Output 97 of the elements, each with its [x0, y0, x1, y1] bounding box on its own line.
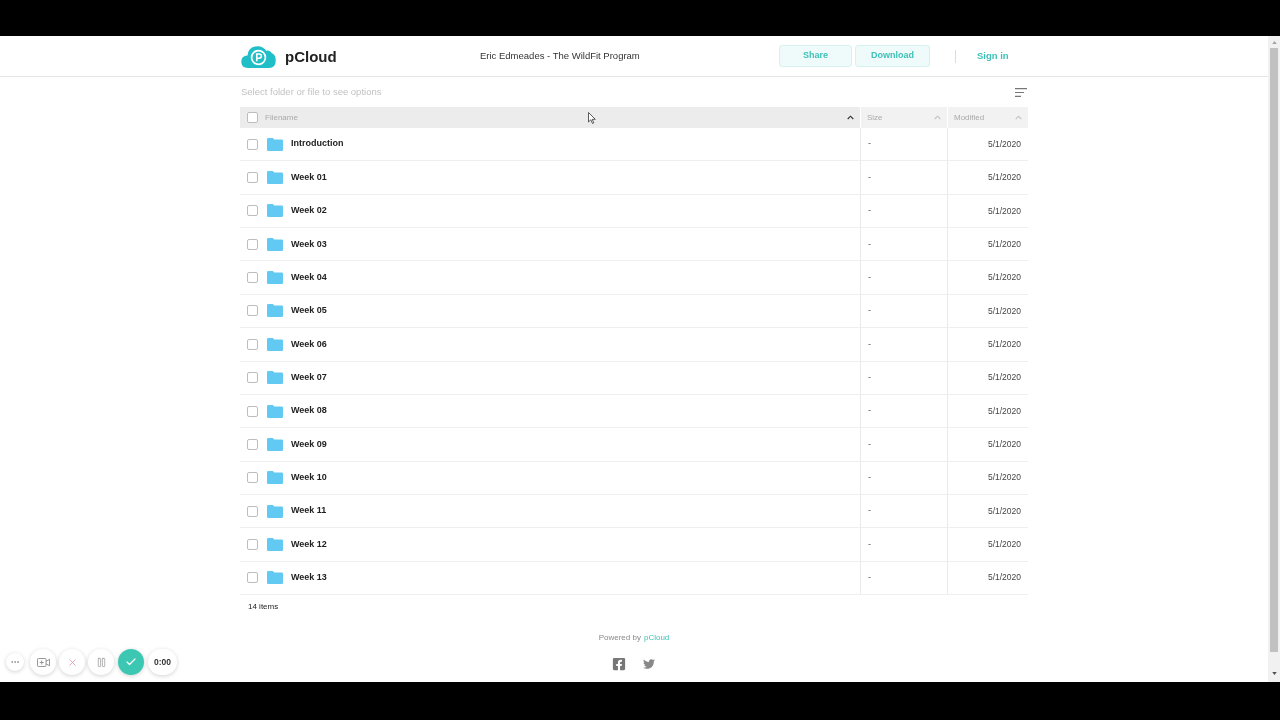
checkbox[interactable]	[247, 112, 258, 123]
size-cell-text: -	[868, 537, 871, 551]
folder-name[interactable]: Week 07	[291, 370, 327, 385]
pause-icon	[95, 656, 107, 668]
checkbox[interactable]	[247, 205, 258, 217]
modified-date: 5/1/2020	[987, 571, 1021, 585]
modified-date: 5/1/2020	[987, 538, 1021, 551]
size-cell-text: -	[868, 170, 871, 184]
mouse-pointer-icon	[588, 112, 596, 124]
folder-name[interactable]: Week 13	[291, 571, 327, 585]
folder-icon	[267, 171, 283, 185]
scroll-up-icon[interactable]	[1271, 41, 1277, 44]
column-label: Size	[867, 111, 883, 124]
finish-button[interactable]	[118, 649, 144, 675]
size-cell-text: -	[868, 370, 871, 384]
modified-date: 5/1/2020	[987, 438, 1021, 451]
close-icon	[66, 656, 78, 668]
folder-title: Eric Edmeades - The WildFit Program	[480, 48, 641, 63]
modified-date: 5/1/2020	[987, 404, 1021, 418]
folder-icon	[267, 571, 283, 585]
checkbox[interactable]	[247, 539, 258, 550]
modified-date: 5/1/2020	[987, 237, 1021, 251]
folder-icon	[267, 271, 283, 285]
check-icon	[125, 656, 137, 668]
folder-icon	[267, 538, 283, 551]
checkbox[interactable]	[247, 372, 258, 384]
checkbox[interactable]	[247, 338, 258, 350]
modified-date: 5/1/2020	[987, 304, 1021, 318]
sort-icon[interactable]	[1015, 87, 1027, 97]
modified-date: 5/1/2020	[987, 371, 1021, 385]
checkbox[interactable]	[247, 272, 258, 284]
checkbox[interactable]	[247, 572, 258, 584]
size-cell-text: -	[868, 337, 871, 351]
checkbox[interactable]	[247, 505, 258, 517]
column-label: Filename	[265, 111, 298, 124]
folder-name[interactable]: Week 09	[291, 437, 327, 452]
size-cell: -	[868, 504, 871, 518]
checkbox[interactable]	[247, 305, 258, 317]
size-cell: -	[868, 204, 871, 218]
folder-icon	[267, 404, 283, 418]
folder-name[interactable]: Week 08	[291, 404, 327, 418]
cancel-button[interactable]	[59, 649, 85, 675]
camera-add-button[interactable]	[30, 649, 56, 675]
folder-icon	[267, 337, 283, 351]
folder-name[interactable]: Week 02	[291, 204, 327, 218]
folder-icon	[267, 437, 283, 451]
checkbox[interactable]	[247, 138, 258, 150]
column-label: Modified	[954, 111, 985, 124]
size-cell-text: -	[868, 437, 871, 451]
item-count: 14 items	[248, 601, 279, 614]
scrollbar-thumb[interactable]	[1270, 48, 1278, 652]
modified-date: 5/1/2020	[987, 504, 1021, 518]
pause-button[interactable]	[88, 649, 114, 675]
folder-name[interactable]: Week 03	[291, 237, 327, 251]
size-cell-text: -	[868, 471, 871, 484]
video-plus-icon	[36, 657, 50, 667]
size-cell: -	[868, 137, 871, 151]
folder-name[interactable]: Week 12	[291, 537, 327, 552]
facebook-icon[interactable]	[612, 657, 626, 672]
folder-name[interactable]: Week 04	[291, 270, 327, 285]
modified-date: 5/1/2020	[987, 271, 1021, 284]
checkbox[interactable]	[247, 238, 258, 250]
folder-name[interactable]: Week 06	[291, 337, 327, 352]
folder-name[interactable]: Week 11	[291, 504, 327, 518]
folder-icon	[267, 137, 283, 151]
size-cell: -	[868, 404, 871, 418]
folder-icon	[267, 204, 283, 218]
size-cell-text: -	[868, 270, 871, 284]
modified-date: 5/1/2020	[987, 171, 1021, 184]
folder-icon	[267, 504, 283, 518]
folder-icon	[267, 471, 283, 485]
modified-date: 5/1/2020	[987, 337, 1021, 351]
scrollbar[interactable]	[1268, 36, 1280, 682]
modified-date: 5/1/2020	[987, 137, 1021, 151]
size-cell: -	[868, 571, 871, 585]
powered-by-text: Powered by	[598, 632, 641, 645]
folder-icon	[267, 371, 283, 385]
checkbox[interactable]	[247, 405, 258, 417]
size-cell: -	[868, 237, 871, 251]
folder-name[interactable]: Week 10	[291, 471, 327, 485]
folder-icon	[267, 304, 283, 318]
checkbox[interactable]	[247, 472, 258, 484]
folder-name[interactable]: Introduction	[291, 137, 344, 151]
more-button[interactable]	[6, 653, 24, 671]
recording-timer: 0:00	[148, 649, 177, 675]
size-cell: -	[868, 304, 871, 318]
folder-name[interactable]: Week 01	[291, 170, 327, 185]
folder-icon	[267, 237, 283, 251]
modified-date: 5/1/2020	[987, 204, 1021, 218]
scroll-down-icon[interactable]	[1271, 672, 1277, 675]
checkbox[interactable]	[247, 438, 258, 450]
modified-date: 5/1/2020	[987, 471, 1021, 485]
logo-text: pCloud	[285, 48, 337, 64]
folder-name[interactable]: Week 05	[291, 304, 327, 318]
checkbox[interactable]	[247, 172, 258, 184]
cloud-logo-icon	[241, 44, 276, 68]
twitter-icon[interactable]	[642, 658, 656, 671]
